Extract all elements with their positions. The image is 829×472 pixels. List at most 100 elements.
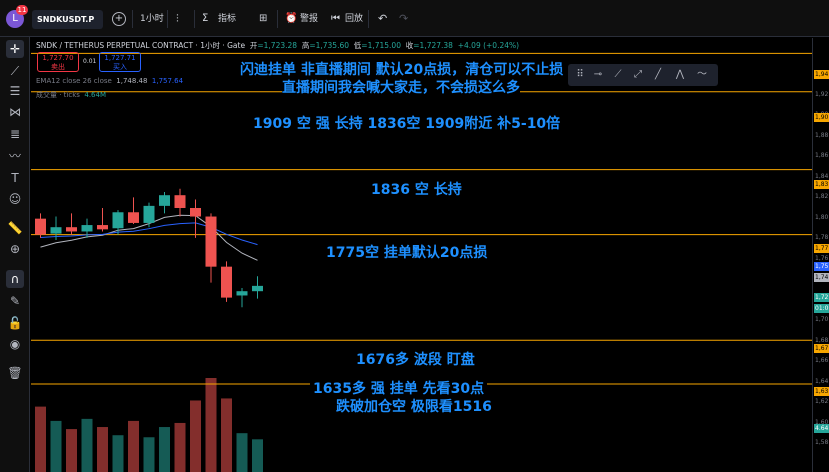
- price-tag: 1,94: [814, 70, 829, 79]
- trash-icon[interactable]: 🗑: [6, 364, 24, 382]
- axis-label: 1,88: [815, 131, 829, 139]
- price-tag: 01:06: [814, 304, 829, 313]
- crosshair-icon[interactable]: ✛: [6, 40, 24, 58]
- emoji-icon[interactable]: ☺: [6, 190, 24, 208]
- legend-low: =1,715.00: [361, 41, 401, 50]
- drawing-toolbar: ✛ ⟋ ☰ ⋈ ≣ 〰 T ☺ 📏 ⊕ ∩ ✎ 🔓 ◉ 🗑: [0, 37, 30, 472]
- volume-bar: [35, 406, 46, 472]
- candle-body: [143, 205, 155, 223]
- ray-icon[interactable]: ╱: [650, 67, 666, 83]
- extended-line-icon[interactable]: ⤢: [630, 67, 646, 83]
- volume-bar: [236, 433, 248, 472]
- indicators-button[interactable]: 指标: [218, 9, 236, 29]
- redo-icon[interactable]: ↷: [399, 9, 408, 29]
- pattern-tool-icon[interactable]: ⋀: [672, 67, 688, 83]
- volume-label: 成交量 · ticks: [36, 91, 80, 99]
- volume-bar: [143, 437, 155, 472]
- annotation-1909[interactable]: 1909 空 强 长持 1836空 1909附近 补5-10倍: [250, 113, 564, 133]
- add-symbol-button[interactable]: +: [112, 12, 126, 26]
- price-tag: 1,74: [814, 273, 829, 282]
- axis-label: 1,82: [815, 193, 829, 200]
- toolbar-divider: [167, 10, 168, 28]
- annotation-1635b[interactable]: 跌破加仓空 极限看1516: [333, 396, 495, 416]
- candle-body: [81, 225, 93, 232]
- price-tag: 1,72: [814, 293, 829, 302]
- volume-bar: [205, 378, 217, 472]
- spread-value: 0.01: [83, 58, 97, 65]
- draw-mode-icon[interactable]: ✎: [6, 292, 24, 310]
- axis-label: 1,78: [815, 234, 829, 241]
- symbol-legend: SNDK / TETHERUS PERPETUAL CONTRACT · 1小时…: [36, 40, 519, 51]
- price-axis[interactable]: 1,94 1,92 1,90 1,88 1,86 1,84 1,82 1,80 1,78 1,76…: [812, 38, 829, 472]
- pattern-icon[interactable]: 〰: [6, 147, 24, 165]
- candle-body: [50, 227, 62, 234]
- axis-label: 1,62: [815, 398, 829, 405]
- volume-bar: [174, 422, 186, 472]
- volume-bar: [50, 420, 62, 472]
- legend-change: +4.09 (+0.24%): [457, 41, 520, 50]
- sell-button[interactable]: 1,727.70 卖出: [37, 52, 79, 72]
- alert-icon[interactable]: ⏰: [285, 9, 297, 29]
- drag-handle-icon[interactable]: ⠿: [572, 67, 588, 83]
- sell-price: 1,727.70: [42, 54, 74, 62]
- symbol-search-button[interactable]: SNDKUSDT.P: [32, 10, 103, 29]
- toolbar-divider: [132, 10, 133, 28]
- legend-title: SNDK / TETHERUS PERPETUAL CONTRACT · 1小时…: [36, 41, 246, 50]
- candle-body: [190, 208, 201, 217]
- legend-high: =1,735.60: [309, 41, 350, 50]
- pitchfork-icon[interactable]: ⋈: [6, 103, 24, 121]
- price-tag: 1,77: [814, 244, 829, 253]
- annotation-1775[interactable]: 1775空 挂单默认20点损: [323, 242, 491, 262]
- candle-body: [35, 218, 46, 235]
- ema-value-2: 1,757.64: [151, 77, 184, 85]
- magnet-icon[interactable]: ∩: [6, 270, 24, 288]
- horizontal-lines-icon[interactable]: ☰: [6, 82, 24, 100]
- undo-icon[interactable]: ↶: [378, 9, 387, 29]
- volume-value: 4.64M: [84, 91, 107, 99]
- text-icon[interactable]: T: [6, 169, 24, 187]
- price-tag: 1,67: [814, 344, 829, 353]
- annotation-line2[interactable]: 直播期间我会喊大家走，不会损这么多: [282, 77, 520, 97]
- volume-bar: [190, 400, 201, 472]
- ruler-icon[interactable]: 📏: [6, 219, 24, 237]
- trend-line-icon[interactable]: ⟋: [6, 62, 24, 80]
- alert-button[interactable]: 警报: [300, 9, 318, 29]
- buy-price: 1,727.71: [104, 54, 136, 62]
- price-tag: 1,90: [814, 113, 829, 122]
- horizontal-ray-icon[interactable]: ⊸: [590, 67, 606, 83]
- volume-bar: [128, 420, 139, 472]
- layouts-icon[interactable]: ⊞: [259, 9, 267, 29]
- annotation-1676[interactable]: 1676多 波段 盯盘: [353, 349, 478, 369]
- top-toolbar: L 11 SNDKUSDT.P + 1小时 ⫶ ⵉ 指标 ⊞ ⏰ 警报 ⏮ 回放…: [0, 0, 829, 37]
- interval-selector[interactable]: 1小时: [140, 9, 164, 29]
- fib-retracement-icon[interactable]: ≣: [6, 125, 24, 143]
- annotation-1836[interactable]: 1836 空 长持: [368, 179, 465, 199]
- candle-body: [66, 227, 77, 232]
- eye-icon[interactable]: ◉: [6, 335, 24, 353]
- replay-button[interactable]: 回放: [345, 9, 363, 29]
- trend-angle-icon[interactable]: ⟋: [610, 67, 626, 83]
- zoom-in-icon[interactable]: ⊕: [6, 240, 24, 258]
- annotation-1635a[interactable]: 1635多 强 挂单 先看30点: [310, 378, 488, 398]
- axis-label: 1,92: [815, 90, 829, 98]
- annotation-line1[interactable]: 闪迪挂单 非直播期间 默认20点损，清仓可以不止损: [240, 59, 564, 79]
- chart-pane[interactable]: SNDK / TETHERUS PERPETUAL CONTRACT · 1小时…: [31, 38, 812, 472]
- axis-label: 1,66: [815, 357, 829, 364]
- axis-label: 1,70: [815, 316, 829, 323]
- candle-type-icon[interactable]: ⫶: [176, 9, 179, 29]
- buy-button[interactable]: 1,727.71 买入: [99, 52, 141, 72]
- wave-icon[interactable]: 〜: [694, 67, 710, 83]
- candle-body: [97, 225, 108, 230]
- toolbar-divider: [194, 10, 195, 28]
- price-tag: 1,63: [814, 387, 829, 396]
- volume-bar: [252, 439, 263, 472]
- volume-bar: [81, 418, 93, 472]
- lock-icon[interactable]: 🔓: [6, 314, 24, 332]
- floating-draw-toolbar: ⠿ ⊸ ⟋ ⤢ ╱ ⋀ 〜: [568, 64, 718, 86]
- volume-bar: [97, 427, 108, 472]
- indicators-icon[interactable]: ⵉ: [202, 9, 208, 29]
- notification-badge: 11: [16, 5, 28, 15]
- axis-label: 1,76: [815, 254, 829, 262]
- replay-icon[interactable]: ⏮: [331, 9, 340, 29]
- candle-body: [174, 195, 186, 208]
